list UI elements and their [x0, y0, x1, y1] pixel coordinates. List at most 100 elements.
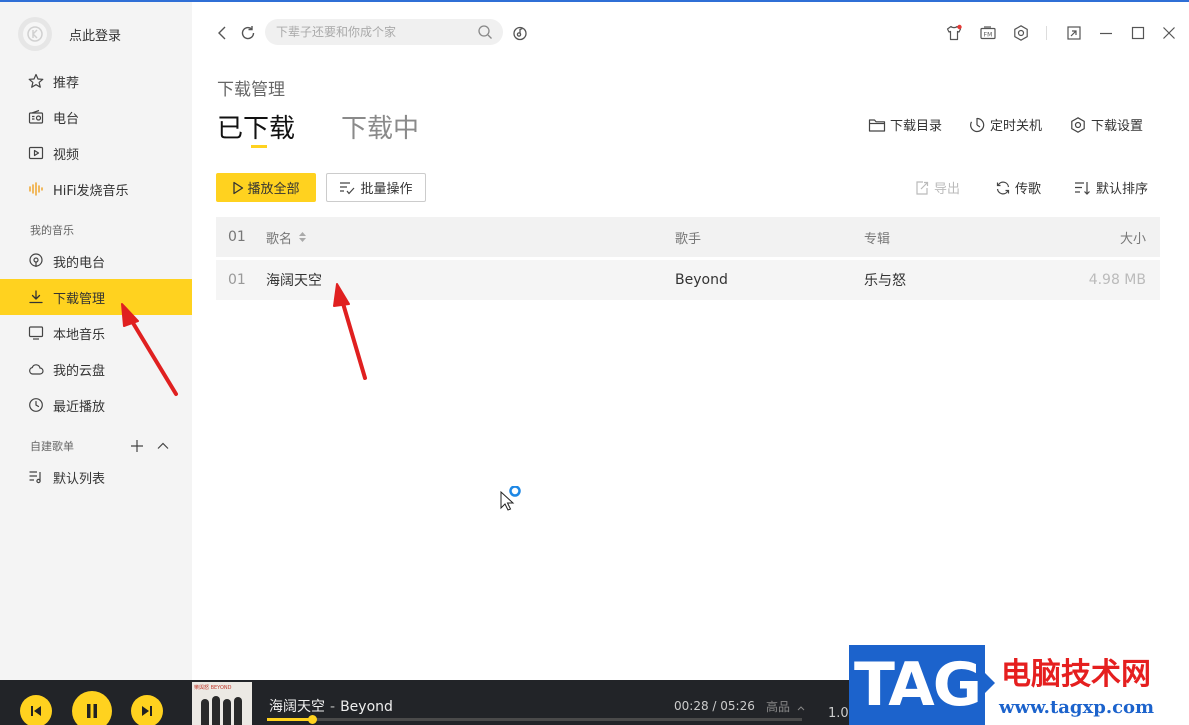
window-controls-divider [1046, 26, 1047, 40]
back-icon[interactable] [212, 23, 232, 43]
play-icon [232, 181, 244, 195]
sidebar-item-my-cloud[interactable]: 我的云盘 [0, 351, 192, 387]
active-tab-indicator [251, 145, 267, 148]
row-index: 01 [228, 272, 246, 288]
playlist-icon [27, 468, 45, 486]
progress-bar[interactable] [267, 715, 802, 724]
album-cover[interactable]: 樂與怒 BEYOND [192, 682, 252, 725]
transfer-songs-label: 传歌 [1015, 182, 1042, 197]
tab-downloading[interactable]: 下载中 [341, 108, 419, 145]
chevron-up-icon [797, 705, 805, 711]
login-link[interactable]: 点此登录 [69, 25, 121, 44]
sidebar-item-download-manager[interactable]: 下载管理 [0, 279, 192, 315]
sidebar-item-label: 最近播放 [53, 399, 106, 415]
cloud-icon [27, 360, 45, 378]
radio-icon [27, 108, 45, 126]
monitor-icon [27, 324, 45, 342]
download-settings-label: 下载设置 [1091, 119, 1144, 134]
folder-icon [868, 117, 886, 133]
track-artist: Beyond [340, 699, 393, 715]
row-album[interactable]: 乐与怒 [864, 260, 906, 300]
sort-button[interactable]: 默认排序 [1074, 178, 1148, 197]
export-icon [914, 180, 930, 196]
tab-downloaded[interactable]: 已下载 [217, 108, 295, 145]
scheduled-shutdown-label: 定时关机 [990, 119, 1043, 134]
video-icon [27, 144, 45, 162]
add-playlist-icon[interactable] [130, 439, 144, 453]
progress-handle[interactable] [308, 715, 318, 724]
sidebar-item-hifi[interactable]: HiFi发烧音乐 [0, 171, 192, 207]
row-song-name[interactable]: 海阔天空 [266, 260, 322, 300]
skin-shirt-icon[interactable] [944, 23, 964, 43]
sidebar-item-label: 视频 [53, 147, 80, 163]
mini-mode-icon[interactable] [1064, 23, 1084, 43]
download-folder-button[interactable]: 下载目录 [868, 115, 942, 134]
refresh-icon[interactable] [238, 23, 258, 43]
fm-icon[interactable]: FM [978, 23, 998, 43]
row-artist[interactable]: Beyond [675, 260, 728, 300]
header-artist: 歌手 [675, 231, 702, 247]
sidebar-item-my-radio[interactable]: 我的电台 [0, 243, 192, 279]
pause-button[interactable] [72, 691, 112, 725]
now-playing[interactable]: 海阔天空 - Beyond [269, 696, 393, 716]
header-size: 大小 [1119, 231, 1146, 247]
maximize-icon[interactable] [1128, 23, 1148, 43]
chevron-up-icon[interactable] [156, 439, 170, 453]
search-icon[interactable] [477, 24, 493, 40]
sort-label: 默认排序 [1096, 182, 1149, 197]
next-button[interactable] [131, 695, 163, 725]
playback-time: 00:28 / 05:26 [674, 699, 755, 713]
sort-arrows-icon[interactable] [298, 231, 307, 243]
export-button[interactable]: 导出 [914, 178, 960, 197]
download-folder-label: 下载目录 [890, 119, 943, 134]
sidebar-item-recommend[interactable]: 推荐 [0, 63, 192, 99]
podcast-icon [27, 252, 45, 270]
download-settings-button[interactable]: 下载设置 [1069, 115, 1143, 134]
sidebar-item-label: 我的云盘 [53, 363, 106, 379]
sidebar-item-local-music[interactable]: 本地音乐 [0, 315, 192, 351]
download-icon [27, 288, 45, 306]
sort-icon [1074, 180, 1092, 196]
sidebar-item-video[interactable]: 视频 [0, 135, 192, 171]
sidebar-item-label: 下载管理 [53, 291, 106, 307]
header-index: 01 [228, 229, 246, 245]
sidebar-item-label: 推荐 [53, 75, 80, 91]
quality-label: 高品 [766, 700, 791, 714]
svg-text:FM: FM [984, 32, 993, 39]
settings-gear-icon[interactable] [1011, 23, 1031, 43]
sidebar-item-radio[interactable]: 电台 [0, 99, 192, 135]
table-row[interactable]: 01 海阔天空 Beyond 乐与怒 4.98 MB [216, 260, 1160, 300]
batch-operation-label: 批量操作 [360, 182, 413, 197]
search-input[interactable] [276, 25, 466, 39]
play-all-button[interactable]: 播放全部 [216, 173, 316, 202]
watermark: TAG 电脑技术网 www.tagxp.com [849, 645, 1189, 725]
clock-icon [27, 396, 45, 414]
track-title: 海阔天空 [269, 699, 325, 715]
batch-operation-button[interactable]: 批量操作 [326, 173, 426, 202]
quality-selector[interactable]: 高品 [766, 698, 805, 715]
sidebar-item-recent[interactable]: 最近播放 [0, 387, 192, 423]
sidebar-item-label: 默认列表 [53, 471, 106, 487]
previous-button[interactable] [20, 695, 52, 725]
pause-icon [85, 703, 99, 719]
close-icon[interactable] [1159, 23, 1179, 43]
header-song-name-label: 歌名 [266, 231, 293, 247]
login-area[interactable]: 点此登录 [18, 16, 121, 52]
header-album: 专辑 [864, 231, 891, 247]
sidebar-item-default-list[interactable]: 默认列表 [0, 459, 192, 495]
sidebar-item-label: 本地音乐 [53, 327, 106, 343]
progress-fill [267, 718, 313, 721]
track-separator: - [330, 699, 336, 715]
transfer-songs-button[interactable]: 传歌 [995, 178, 1041, 197]
sidebar-item-label: 电台 [53, 111, 80, 127]
scheduled-shutdown-button[interactable]: 定时关机 [968, 115, 1042, 134]
minimize-icon[interactable] [1096, 23, 1116, 43]
toolbar: FM [192, 2, 1189, 62]
busy-cursor-icon [500, 485, 526, 516]
avatar[interactable] [18, 17, 52, 51]
next-track-icon [140, 704, 154, 718]
watermark-title: 电脑技术网 [1001, 657, 1151, 692]
header-song-name[interactable]: 歌名 [266, 217, 307, 257]
music-recognition-icon[interactable] [510, 23, 530, 43]
search-box[interactable] [265, 19, 503, 45]
